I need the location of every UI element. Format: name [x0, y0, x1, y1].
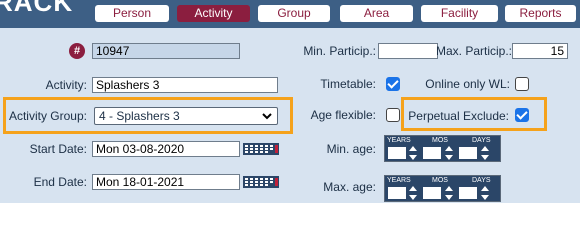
- age-flexible-checkbox[interactable]: [386, 108, 400, 122]
- activity-id-field: 10947: [92, 43, 240, 59]
- max-age-days-field[interactable]: [459, 187, 477, 199]
- perpetual-exclude-checkbox[interactable]: [515, 108, 529, 122]
- min-particip-label: Min. Particip.:: [303, 44, 376, 58]
- max-age-months-unit: MOS: [432, 177, 448, 184]
- tab-group[interactable]: Group: [258, 5, 330, 22]
- max-age-months-field[interactable]: [423, 187, 441, 199]
- min-age-spinner[interactable]: YEARS MOS DAYS: [384, 135, 501, 162]
- max-particip-label: Max. Particip.:: [436, 44, 513, 58]
- online-wl-label: Online only WL:: [425, 77, 510, 91]
- min-age-months-unit: MOS: [432, 137, 448, 144]
- min-age-days-unit: DAYS: [472, 137, 491, 144]
- calendar-icon[interactable]: [243, 143, 279, 155]
- min-age-label: Min. age:: [326, 142, 376, 156]
- id-badge-icon: #: [69, 43, 85, 59]
- max-age-label: Max. age:: [323, 180, 376, 194]
- max-age-years-field[interactable]: [388, 187, 406, 199]
- end-date-input[interactable]: Mon 18-01-2021: [92, 174, 240, 190]
- timetable-label: Timetable:: [320, 77, 376, 91]
- activity-group-select[interactable]: 4 - Splashers 3: [94, 107, 278, 125]
- stepper-arrows-icon[interactable]: [445, 146, 453, 160]
- max-particip-input[interactable]: 15: [512, 43, 568, 59]
- perpetual-exclude-label: Perpetual Exclude:: [408, 109, 509, 123]
- top-bar: RACK Person Activity Group Area Facility…: [0, 0, 580, 28]
- stepper-arrows-icon[interactable]: [481, 146, 489, 160]
- min-age-years-field[interactable]: [388, 147, 406, 159]
- tab-facility[interactable]: Facility: [421, 5, 498, 22]
- max-age-years-unit: YEARS: [387, 177, 411, 184]
- min-age-years-unit: YEARS: [387, 137, 411, 144]
- chevron-down-icon: [262, 113, 272, 120]
- end-date-label: End Date:: [33, 175, 87, 189]
- min-age-months-field[interactable]: [423, 147, 441, 159]
- activity-group-label: Activity Group:: [8, 109, 87, 123]
- max-age-spinner[interactable]: YEARS MOS DAYS: [384, 175, 501, 202]
- timetable-checkbox[interactable]: [386, 77, 400, 91]
- stepper-arrows-icon[interactable]: [481, 186, 489, 200]
- stepper-arrows-icon[interactable]: [409, 146, 417, 160]
- activity-group-value: 4 - Splashers 3: [99, 109, 180, 123]
- start-date-input[interactable]: Mon 03-08-2020: [92, 141, 240, 157]
- min-age-days-field[interactable]: [459, 147, 477, 159]
- tab-area[interactable]: Area: [340, 5, 413, 22]
- activity-form: # 10947 Activity: Splashers 3 Activity G…: [0, 28, 580, 203]
- online-wl-checkbox[interactable]: [515, 77, 529, 91]
- activity-name-input[interactable]: Splashers 3: [92, 77, 278, 93]
- stepper-arrows-icon[interactable]: [409, 186, 417, 200]
- calendar-icon[interactable]: [243, 176, 279, 188]
- stepper-arrows-icon[interactable]: [445, 186, 453, 200]
- age-flexible-label: Age flexible:: [310, 108, 376, 122]
- max-age-days-unit: DAYS: [472, 177, 491, 184]
- start-date-label: Start Date:: [29, 142, 87, 156]
- tab-reports[interactable]: Reports: [505, 5, 576, 22]
- tab-activity[interactable]: Activity: [177, 5, 250, 22]
- app-logo: RACK: [0, 0, 74, 17]
- activity-label: Activity:: [45, 78, 87, 92]
- min-particip-input[interactable]: [378, 43, 438, 59]
- tab-person[interactable]: Person: [95, 5, 169, 22]
